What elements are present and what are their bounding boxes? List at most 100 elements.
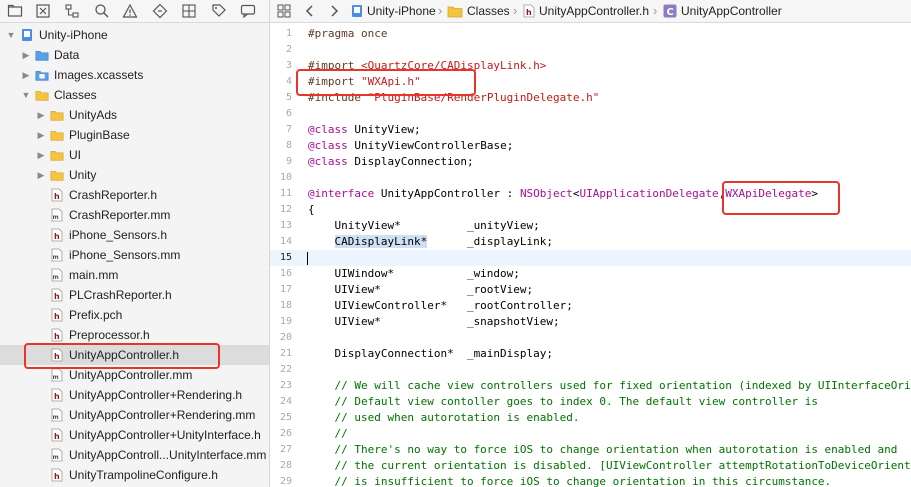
test-diamond-icon[interactable] <box>152 3 168 19</box>
tree-item[interactable]: ▶ Unity <box>0 165 269 185</box>
code-line[interactable]: 20 <box>270 330 911 346</box>
tree-item[interactable]: h UnityTrampolineConfigure.h <box>0 465 269 485</box>
chat-icon[interactable] <box>240 3 256 19</box>
tree-item[interactable]: m iPhone_Sensors.mm <box>0 245 269 265</box>
code-line[interactable]: 17 UIView* _rootView; <box>270 282 911 298</box>
disclosure-collapsed-icon[interactable]: ▶ <box>36 145 46 165</box>
source-file-icon: m <box>50 368 64 382</box>
code-line[interactable]: 23 // We will cache view controllers use… <box>270 378 911 394</box>
warning-icon[interactable] <box>122 3 138 19</box>
disclosure-collapsed-icon[interactable]: ▶ <box>21 45 31 65</box>
tree-item[interactable]: ▼ Unity-iPhone <box>0 25 269 45</box>
source-file-icon: m <box>50 208 64 222</box>
code-line[interactable]: 22 <box>270 362 911 378</box>
line-number: 22 <box>279 364 292 375</box>
code-line[interactable]: 2 <box>270 42 911 58</box>
tree-item[interactable]: m CrashReporter.mm <box>0 205 269 225</box>
code-line[interactable]: 25 // used when autorotation is enabled. <box>270 410 911 426</box>
tree-item-label: UnityAppController+Rendering.h <box>69 388 243 402</box>
tree-item-label: Prefix.pch <box>69 308 123 322</box>
folder-icon[interactable] <box>7 3 23 19</box>
line-number: 17 <box>279 284 292 295</box>
code-line[interactable]: 19 UIView* _snapshotView; <box>270 314 911 330</box>
related-items-grid-icon[interactable] <box>277 4 291 18</box>
tree-item-label: CrashReporter.h <box>69 188 158 202</box>
line-number: 25 <box>279 412 292 423</box>
code-token: @class <box>308 123 348 136</box>
tree-item[interactable]: h UnityAppController+Rendering.h <box>0 385 269 405</box>
tree-item[interactable]: h CrashReporter.h <box>0 185 269 205</box>
tree-item[interactable]: ▶ PluginBase <box>0 125 269 145</box>
tree-item-label: UnityAppController+UnityInterface.h <box>69 428 261 442</box>
tree-item[interactable]: ▶ Data <box>0 45 269 65</box>
code-line[interactable]: 15 <box>270 250 911 266</box>
tree-item[interactable]: h UnityAppController+UnityInterface.h <box>0 425 269 445</box>
code-line[interactable]: 27 // There's no way to force iOS to cha… <box>270 442 911 458</box>
code-line[interactable]: 24 // Default view contoller goes to ind… <box>270 394 911 410</box>
tree-item[interactable]: ▶ UnityAds <box>0 105 269 125</box>
line-number: 7 <box>285 124 292 135</box>
line-text: // is insufficient to force iOS to chang… <box>308 474 831 487</box>
tree-item-label: UnityAppController+Rendering.mm <box>69 408 256 422</box>
tag-icon[interactable] <box>211 3 227 19</box>
disclosure-expanded-icon[interactable]: ▼ <box>6 25 16 45</box>
disclosure-collapsed-icon[interactable]: ▶ <box>36 105 46 125</box>
code-line[interactable]: 8 @class UnityViewControllerBase; <box>270 138 911 154</box>
jumpbar-item-symbol[interactable]: UnityAppController <box>681 0 782 22</box>
code-line[interactable]: 1 #pragma once <box>270 26 911 42</box>
tree-item[interactable]: ▶ UI <box>0 145 269 165</box>
disclosure-collapsed-icon[interactable]: ▶ <box>36 165 46 185</box>
code-token: // Default view contoller goes to index … <box>308 395 818 408</box>
line-number: 26 <box>279 428 292 439</box>
disclosure-collapsed-icon[interactable]: ▶ <box>36 125 46 145</box>
line-text: UIWindow* _window; <box>308 266 519 282</box>
svg-text:h: h <box>54 332 60 341</box>
tree-item[interactable]: h Prefix.pch <box>0 305 269 325</box>
header-file-icon: h <box>50 188 64 202</box>
tree-item[interactable]: h iPhone_Sensors.h <box>0 225 269 245</box>
svg-text:h: h <box>54 432 60 441</box>
code-line[interactable]: 9 @class DisplayConnection; <box>270 154 911 170</box>
code-line[interactable]: 18 UIViewController* _rootController; <box>270 298 911 314</box>
line-number: 16 <box>279 268 292 279</box>
blue-folder-icon <box>35 48 49 62</box>
header-file-icon: h <box>50 308 64 322</box>
code-line[interactable]: 6 <box>270 106 911 122</box>
disclosure-expanded-icon[interactable]: ▼ <box>21 85 31 105</box>
code-line[interactable]: 28 // the current orientation is disable… <box>270 458 911 474</box>
grid-icon[interactable] <box>181 3 197 19</box>
tree-item[interactable]: ▼ Classes <box>0 85 269 105</box>
search-icon[interactable] <box>94 3 110 19</box>
forward-chevron-icon[interactable] <box>328 4 340 18</box>
code-token: // We will cache view controllers used f… <box>308 379 911 392</box>
jumpbar-item-file[interactable]: UnityAppController.h <box>539 0 649 22</box>
tree-item[interactable]: h PLCrashReporter.h <box>0 285 269 305</box>
jumpbar-item-group[interactable]: Classes <box>467 0 510 22</box>
tree-item[interactable]: m main.mm <box>0 265 269 285</box>
close-square-icon[interactable] <box>35 3 51 19</box>
line-text: CADisplayLink* _displayLink; <box>308 234 553 250</box>
tree-item[interactable]: m UnityAppController+Rendering.mm <box>0 405 269 425</box>
folder-icon <box>50 108 64 122</box>
code-line[interactable]: 13 UnityView* _unityView; <box>270 218 911 234</box>
code-line[interactable]: 16 UIWindow* _window; <box>270 266 911 282</box>
jumpbar-item-project[interactable]: Unity-iPhone <box>367 0 436 22</box>
tree-item[interactable]: h Preprocessor.h <box>0 325 269 345</box>
line-number: 10 <box>279 172 292 183</box>
svg-text:h: h <box>526 8 532 17</box>
code-token: UnityView; <box>347 123 421 136</box>
disclosure-collapsed-icon[interactable]: ▶ <box>21 65 31 85</box>
tree-item[interactable]: ▶ Images.xcassets <box>0 65 269 85</box>
code-line[interactable]: 21 DisplayConnection* _mainDisplay; <box>270 346 911 362</box>
code-token: DisplayConnection; <box>347 155 474 168</box>
code-line[interactable]: 26 // <box>270 426 911 442</box>
line-number: 12 <box>279 204 292 215</box>
hierarchy-icon[interactable] <box>64 3 80 19</box>
svg-text:h: h <box>54 392 60 401</box>
code-line[interactable]: 14 CADisplayLink* _displayLink; <box>270 234 911 250</box>
tree-item[interactable]: m UnityAppControll...UnityInterface.mm <box>0 445 269 465</box>
svg-text:m: m <box>53 254 59 261</box>
code-line[interactable]: 7 @class UnityView; <box>270 122 911 138</box>
back-chevron-icon[interactable] <box>304 4 316 18</box>
code-line[interactable]: 29 // is insufficient to force iOS to ch… <box>270 474 911 487</box>
